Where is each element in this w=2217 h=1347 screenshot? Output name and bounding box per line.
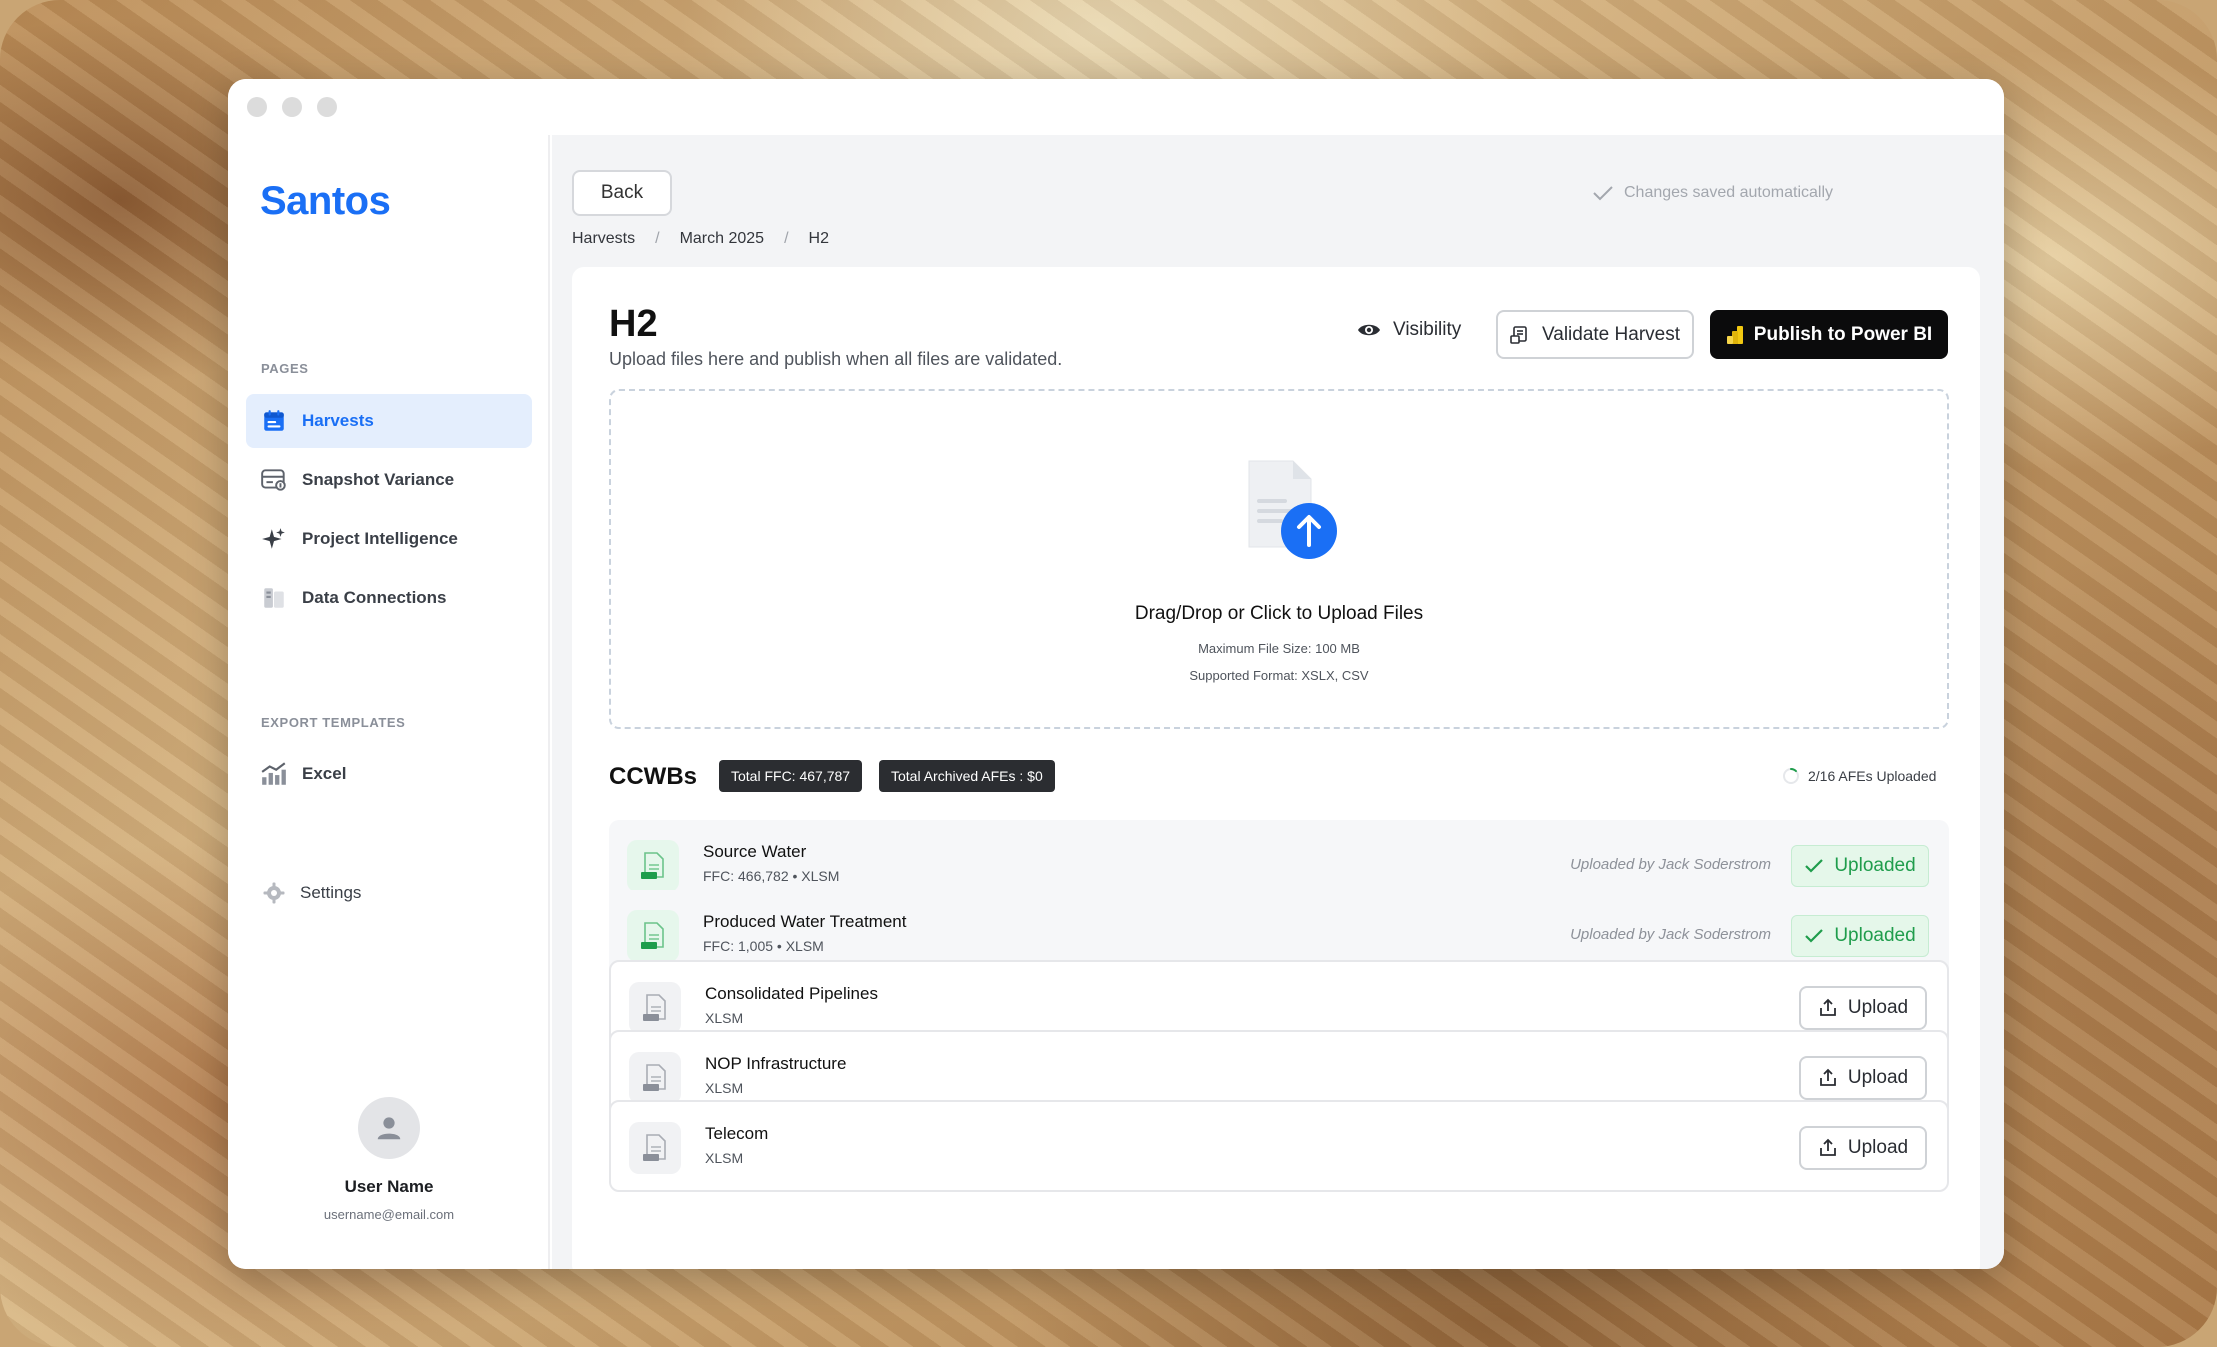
sidebar-item-harvests[interactable]: Harvests: [246, 394, 532, 448]
power-bi-icon: [1726, 325, 1743, 344]
sidebar-item-label: Harvests: [302, 411, 374, 430]
ccwb-row-telecom[interactable]: Telecom XLSM Upload: [609, 1100, 1949, 1192]
upload-label: Upload: [1847, 997, 1909, 1018]
breadcrumb: Harvests / March 2025 / H2: [572, 230, 829, 248]
breadcrumb-current: H2: [808, 230, 829, 247]
xlsm-file-icon: [627, 910, 679, 962]
uploaded-by-text: Uploaded by Jack Soderstrom: [1570, 926, 1771, 943]
total-ffc-badge: Total FFC: 467,787: [719, 760, 863, 792]
ccwb-meta: FFC: 1,005 • XLSM: [703, 938, 824, 954]
calendar-icon: [260, 407, 288, 435]
xlsm-file-icon: [627, 840, 679, 892]
ccwb-meta: FFC: 466,782 • XLSM: [703, 868, 840, 884]
ccwbs-title: CCWBs: [609, 763, 697, 790]
ccwb-name: Source Water: [703, 842, 807, 861]
breadcrumb-separator: /: [655, 230, 660, 247]
autosave-status: Changes saved automatically: [1592, 184, 1833, 202]
check-icon: [1593, 186, 1613, 201]
window-close-dot[interactable]: [247, 97, 267, 117]
ccwb-name: Consolidated Pipelines: [705, 984, 878, 1003]
sidebar: Santos PAGES Harvests Snapshot Variance …: [228, 135, 550, 1269]
upload-button[interactable]: Upload: [1799, 986, 1927, 1030]
window-maximize-dot[interactable]: [317, 97, 337, 117]
xlsm-file-icon: [629, 982, 681, 1034]
sidebar-item-label: Snapshot Variance: [302, 470, 455, 489]
breadcrumb-harvests[interactable]: Harvests: [572, 230, 635, 248]
upload-button[interactable]: Upload: [1799, 1126, 1927, 1170]
uploaded-status-badge[interactable]: Uploaded: [1791, 845, 1929, 887]
xlsm-file-icon: [629, 1052, 681, 1104]
file-dropzone[interactable]: Drag/Drop or Click to Upload Files Maxim…: [609, 389, 1949, 729]
harvest-card: H2 Upload files here and publish when al…: [572, 267, 1980, 1269]
afe-status-text: 2/16 AFEs Uploaded: [1808, 768, 1937, 784]
total-archived-badge: Total Archived AFEs : $0: [879, 760, 1055, 792]
ccwb-name: Produced Water Treatment: [703, 912, 907, 931]
dropzone-max-size: Maximum File Size: 100 MB: [1198, 641, 1360, 656]
avatar: [358, 1097, 420, 1159]
sidebar-item-data-connections[interactable]: Data Connections: [246, 571, 532, 625]
uploaded-by-text: Uploaded by Jack Soderstrom: [1570, 856, 1771, 873]
page-title: H2: [609, 303, 658, 345]
autosave-text: Changes saved automatically: [1624, 184, 1834, 201]
eye-icon: [1358, 324, 1380, 336]
ccwb-name: Telecom: [705, 1124, 769, 1143]
sidebar-item-excel[interactable]: Excel: [246, 747, 532, 801]
upload-icon: [1819, 1138, 1836, 1156]
back-button[interactable]: Back: [572, 170, 672, 216]
ccwb-meta: XLSM: [705, 1010, 744, 1026]
upload-icon: [1819, 998, 1836, 1016]
export-templates-section-title: EXPORT TEMPLATES: [261, 715, 406, 730]
upload-icon: [1819, 1068, 1836, 1086]
title-bar: [228, 79, 2004, 135]
publish-label: Publish to Power BI: [1753, 323, 1933, 345]
ccwb-meta: XLSM: [705, 1080, 744, 1096]
dropzone-title: Drag/Drop or Click to Upload Files: [1134, 603, 1424, 624]
sidebar-item-snapshot-variance[interactable]: Snapshot Variance: [246, 453, 532, 507]
brand-logo[interactable]: Santos: [260, 179, 391, 224]
pages-section-title: PAGES: [261, 361, 309, 376]
dropzone-formats: Supported Format: XSLX, CSV: [1189, 668, 1369, 683]
user-email: username@email.com: [323, 1207, 455, 1222]
sidebar-item-label: Excel: [302, 764, 347, 783]
upload-button[interactable]: Upload: [1799, 1056, 1927, 1100]
upload-label: Upload: [1847, 1137, 1909, 1158]
app-window: Santos PAGES Harvests Snapshot Variance …: [228, 79, 2004, 1269]
visibility-label: Visibility: [1393, 319, 1462, 340]
xlsm-file-icon: [629, 1122, 681, 1174]
ccwb-name: NOP Infrastructure: [705, 1054, 847, 1073]
user-profile[interactable]: User Name username@email.com: [228, 1097, 550, 1222]
snapshot-icon: [260, 466, 288, 494]
ccwb-meta: XLSM: [705, 1150, 744, 1166]
window-minimize-dot[interactable]: [282, 97, 302, 117]
visibility-toggle[interactable]: Visibility: [1357, 319, 1461, 341]
user-name: User Name: [344, 1177, 434, 1196]
check-icon: [1805, 929, 1824, 943]
progress-ring-icon: [1783, 768, 1799, 784]
uploaded-status-label: Uploaded: [1834, 855, 1916, 876]
uploaded-status-label: Uploaded: [1834, 925, 1916, 946]
sidebar-item-settings[interactable]: Settings: [246, 866, 532, 920]
breadcrumb-separator: /: [784, 230, 789, 247]
sidebar-item-project-intelligence[interactable]: Project Intelligence: [246, 512, 532, 566]
gear-icon: [260, 879, 288, 907]
sidebar-item-label: Settings: [300, 883, 362, 902]
file-upload-icon: [1248, 460, 1337, 559]
uploaded-status-badge[interactable]: Uploaded: [1791, 915, 1929, 957]
breadcrumb-march-2025[interactable]: March 2025: [680, 230, 765, 248]
main-content: Back Harvests / March 2025 / H2 Changes …: [552, 135, 2004, 1269]
publish-power-bi-button[interactable]: Publish to Power BI: [1710, 310, 1948, 359]
afe-upload-status: 2/16 AFEs Uploaded: [1782, 767, 1936, 785]
sidebar-item-label: Project Intelligence: [302, 529, 458, 548]
page-subtitle: Upload files here and publish when all f…: [609, 349, 1063, 369]
upload-label: Upload: [1847, 1067, 1909, 1088]
sparkle-icon: [260, 525, 288, 553]
validate-harvest-label: Validate Harvest: [1542, 323, 1680, 345]
check-icon: [1805, 859, 1824, 873]
chart-growth-icon: [260, 760, 288, 788]
document-check-icon: [1510, 325, 1527, 344]
user-icon: [377, 1117, 401, 1140]
validate-harvest-button[interactable]: Validate Harvest: [1496, 310, 1694, 359]
data-connections-icon: [260, 584, 288, 612]
sidebar-item-label: Data Connections: [302, 588, 447, 607]
